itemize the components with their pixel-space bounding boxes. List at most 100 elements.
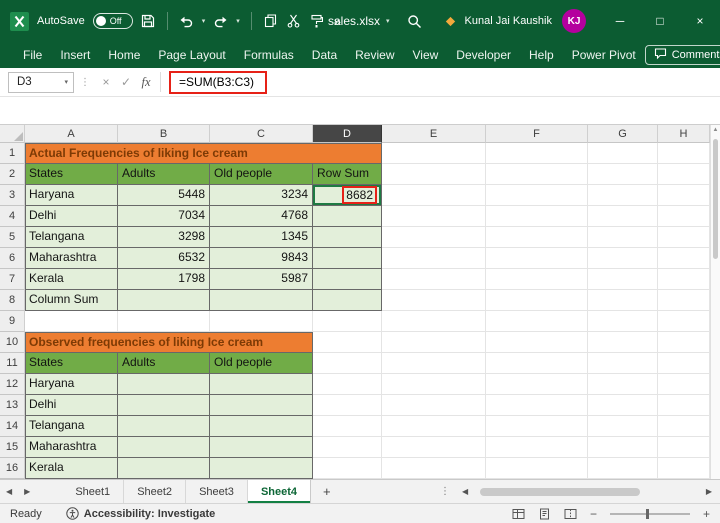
cell-G4[interactable]	[588, 206, 658, 227]
excel-logo-icon[interactable]	[10, 11, 29, 31]
zoom-in-icon[interactable]: +	[703, 508, 710, 520]
cell-H13[interactable]	[658, 395, 710, 416]
tabbar-menu-icon[interactable]: ⋮	[432, 480, 458, 503]
cell-B5[interactable]: 3298	[118, 227, 210, 248]
cell-F16[interactable]	[486, 458, 588, 479]
cell-A4[interactable]: Delhi	[25, 206, 118, 227]
cell-E9[interactable]	[382, 311, 486, 332]
column-header-E[interactable]: E	[382, 125, 486, 143]
cell-E2[interactable]	[382, 164, 486, 185]
cell-G9[interactable]	[588, 311, 658, 332]
cell-H10[interactable]	[658, 332, 710, 353]
scroll-right-icon[interactable]: ▶	[702, 487, 716, 496]
normal-view-icon[interactable]	[512, 508, 525, 520]
cell-A1[interactable]: Actual Frequencies of liking Ice cream	[25, 143, 382, 164]
cell-E3[interactable]	[382, 185, 486, 206]
ribbon-tab-power-pivot[interactable]: Power Pivot	[563, 42, 645, 68]
name-box[interactable]: D3 ▾	[8, 71, 74, 93]
maximize-button[interactable]: □	[640, 0, 680, 42]
page-layout-view-icon[interactable]	[538, 508, 551, 520]
cell-C2[interactable]: Old people	[210, 164, 313, 185]
sheet-nav-right-icon[interactable]: ▶	[18, 480, 36, 503]
cut-icon[interactable]	[286, 14, 301, 28]
cell-F10[interactable]	[486, 332, 588, 353]
cell-C7[interactable]: 5987	[210, 269, 313, 290]
cell-G16[interactable]	[588, 458, 658, 479]
cell-G10[interactable]	[588, 332, 658, 353]
vertical-scroll-thumb[interactable]	[713, 139, 718, 259]
cell-D9[interactable]	[313, 311, 382, 332]
cell-E5[interactable]	[382, 227, 486, 248]
cell-D10[interactable]	[313, 332, 382, 353]
sheet-tab-sheet1[interactable]: Sheet1	[62, 480, 125, 503]
cell-G8[interactable]	[588, 290, 658, 311]
cell-F12[interactable]	[486, 374, 588, 395]
cell-H5[interactable]	[658, 227, 710, 248]
cell-B3[interactable]: 5448	[118, 185, 210, 206]
cell-A8[interactable]: Column Sum	[25, 290, 118, 311]
cell-D12[interactable]	[313, 374, 382, 395]
row-header-11[interactable]: 11	[0, 353, 25, 374]
cell-D15[interactable]	[313, 437, 382, 458]
autosave-toggle[interactable]: Off	[92, 13, 133, 29]
cell-F8[interactable]	[486, 290, 588, 311]
cell-E11[interactable]	[382, 353, 486, 374]
column-header-H[interactable]: H	[658, 125, 710, 143]
cell-A11[interactable]: States	[25, 353, 118, 374]
cell-H15[interactable]	[658, 437, 710, 458]
row-header-8[interactable]: 8	[0, 290, 25, 311]
cell-E10[interactable]	[382, 332, 486, 353]
row-header-4[interactable]: 4	[0, 206, 25, 227]
column-header-D[interactable]: D	[313, 125, 382, 143]
cell-D6[interactable]	[313, 248, 382, 269]
cell-G1[interactable]	[588, 143, 658, 164]
column-header-A[interactable]: A	[25, 125, 118, 143]
sheet-tab-sheet2[interactable]: Sheet2	[124, 480, 187, 503]
sheet-tab-sheet3[interactable]: Sheet3	[186, 480, 248, 503]
cell-D13[interactable]	[313, 395, 382, 416]
cell-F13[interactable]	[486, 395, 588, 416]
column-header-G[interactable]: G	[588, 125, 658, 143]
ribbon-tab-page-layout[interactable]: Page Layout	[149, 42, 234, 68]
cell-A6[interactable]: Maharashtra	[25, 248, 118, 269]
cell-G12[interactable]	[588, 374, 658, 395]
cell-A14[interactable]: Telangana	[25, 416, 118, 437]
accessibility-icon[interactable]	[66, 507, 79, 520]
cell-C16[interactable]	[210, 458, 313, 479]
cell-F9[interactable]	[486, 311, 588, 332]
cell-E14[interactable]	[382, 416, 486, 437]
ribbon-tab-view[interactable]: View	[404, 42, 448, 68]
cell-C12[interactable]	[210, 374, 313, 395]
cell-B15[interactable]	[118, 437, 210, 458]
minimize-button[interactable]: ─	[600, 0, 640, 42]
cell-C3[interactable]: 3234	[210, 185, 313, 206]
ribbon-tab-help[interactable]: Help	[520, 42, 563, 68]
cell-D8[interactable]	[313, 290, 382, 311]
zoom-slider[interactable]	[609, 508, 690, 519]
cell-E15[interactable]	[382, 437, 486, 458]
cell-C9[interactable]	[210, 311, 313, 332]
cell-D7[interactable]	[313, 269, 382, 290]
cell-A10[interactable]: Observed frequencies of liking Ice cream	[25, 332, 313, 353]
ribbon-tab-home[interactable]: Home	[99, 42, 149, 68]
zoom-slider-thumb[interactable]	[645, 508, 649, 519]
cell-B13[interactable]	[118, 395, 210, 416]
horizontal-scrollbar[interactable]: ◀ ▶	[458, 480, 720, 503]
cell-H7[interactable]	[658, 269, 710, 290]
cell-H11[interactable]	[658, 353, 710, 374]
save-icon[interactable]	[141, 14, 156, 28]
cell-D2[interactable]: Row Sum	[313, 164, 382, 185]
cell-G13[interactable]	[588, 395, 658, 416]
row-header-5[interactable]: 5	[0, 227, 25, 248]
row-header-1[interactable]: 1	[0, 143, 25, 164]
cell-G6[interactable]	[588, 248, 658, 269]
name-box-caret-icon[interactable]: ▾	[64, 79, 73, 86]
comments-button[interactable]: Comments	[644, 45, 720, 65]
cell-H1[interactable]	[658, 143, 710, 164]
cell-F4[interactable]	[486, 206, 588, 227]
cell-E13[interactable]	[382, 395, 486, 416]
cell-H4[interactable]	[658, 206, 710, 227]
cell-A13[interactable]: Delhi	[25, 395, 118, 416]
select-all-button[interactable]	[0, 125, 25, 143]
cell-G11[interactable]	[588, 353, 658, 374]
